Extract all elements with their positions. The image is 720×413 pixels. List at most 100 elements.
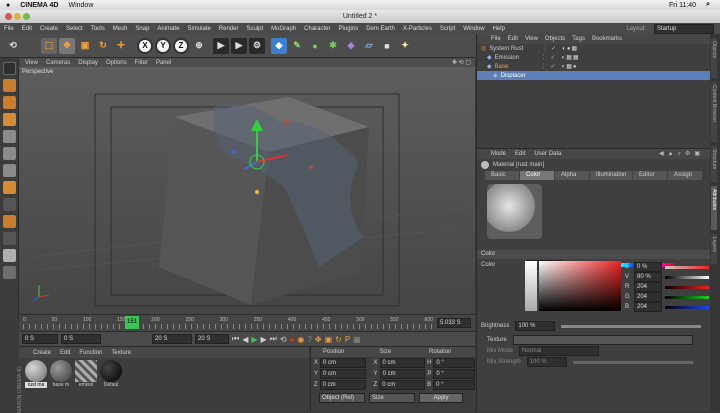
texture-mode-icon[interactable] [3, 96, 16, 109]
viewport-solo-icon[interactable] [3, 249, 16, 262]
select-tool-icon[interactable]: ⬚ [41, 37, 57, 54]
autokey-icon[interactable]: ◉ [297, 335, 304, 344]
rotate-tool-icon[interactable]: ↻ [95, 38, 111, 54]
attr-menu-user-data[interactable]: User Data [534, 151, 561, 157]
render-settings-icon[interactable]: ⚙ [249, 37, 265, 54]
object-row[interactable]: ◎ System Rust ⁚ ✓ ◐●▦ [477, 44, 710, 53]
tab-color[interactable]: Color [520, 170, 554, 180]
app-menu[interactable]: CINEMA 4D [20, 2, 58, 9]
menu-render[interactable]: Render [219, 26, 239, 32]
coordinate-system-icon[interactable]: ⊕ [191, 38, 207, 54]
material-swatch[interactable]: base m [50, 360, 72, 388]
enabled-check-icon[interactable]: ✓ [551, 54, 556, 61]
viewport-menu-view[interactable]: View [25, 60, 38, 66]
position-x-field[interactable]: 0 cm [320, 357, 366, 368]
undo-icon[interactable]: ⟲ [5, 38, 21, 54]
goto-end-icon[interactable]: ⏭ [270, 334, 277, 344]
viewport[interactable]: Perspective [19, 67, 475, 314]
y-axis-lock-icon[interactable]: Y [155, 37, 171, 54]
object-menu-view[interactable]: View [525, 36, 538, 42]
loop-icon[interactable]: ⟲ [280, 335, 287, 344]
material-swatch[interactable]: Defaul [100, 360, 122, 388]
size-y-field[interactable]: 0 cm [379, 368, 426, 379]
object-row[interactable]: ◆ Base ⁚ ✓ ◐▦● [477, 62, 710, 71]
channel-slider[interactable] [665, 275, 709, 279]
keyframe-icon[interactable]: ? [307, 335, 311, 344]
tags-icons[interactable]: ◐▦● [562, 63, 578, 70]
channel-slider[interactable] [665, 285, 709, 289]
zoom-icon[interactable] [23, 13, 30, 20]
channel-field[interactable]: 204 [634, 302, 662, 312]
start-time-field[interactable]: 0 S [22, 334, 58, 344]
enabled-check-icon[interactable]: ✓ [551, 63, 556, 70]
end-time-field[interactable]: 20 S [195, 334, 229, 344]
menu-create[interactable]: Create [40, 26, 58, 32]
light-icon[interactable]: ✦ [397, 38, 413, 54]
tweak-mode-icon[interactable] [3, 198, 16, 211]
scale-tool-icon[interactable]: ▣ [77, 38, 93, 54]
menu-sculpt[interactable]: Sculpt [246, 26, 263, 32]
brightness-field[interactable]: 100 % [515, 321, 556, 331]
record-icon[interactable]: ● [290, 335, 295, 344]
play-icon[interactable]: ▶ [251, 335, 257, 344]
object-menu-edit[interactable]: Edit [508, 36, 518, 42]
tags-icons[interactable]: ◐●▦ [562, 45, 578, 52]
channel-slider[interactable] [665, 295, 709, 299]
material-preview-large[interactable] [487, 184, 542, 239]
x-axis-lock-icon[interactable]: X [137, 37, 153, 54]
channel-field[interactable]: 204 [634, 292, 662, 302]
lock-workplane-icon[interactable] [3, 266, 16, 279]
preview-end-field[interactable]: 20 S [152, 334, 192, 344]
rotation-p-field[interactable]: 0 ° [433, 368, 476, 379]
attr-menu-mode[interactable]: Mode [491, 151, 506, 157]
menu-help[interactable]: Help [493, 26, 505, 32]
channel-slider[interactable] [665, 265, 709, 269]
object-menu-tags[interactable]: Tags [572, 36, 585, 42]
viewport-menu-display[interactable]: Display [78, 60, 98, 66]
channel-slider[interactable] [665, 305, 709, 309]
tab-objects[interactable]: Objects [711, 38, 717, 78]
polygons-mode-icon[interactable] [3, 164, 16, 177]
viewport-menu-cameras[interactable]: Cameras [46, 60, 70, 66]
next-key-icon[interactable]: ▶ [261, 335, 267, 344]
deformer-icon[interactable]: ◈ [343, 38, 359, 54]
array-icon[interactable]: ✱ [325, 38, 341, 54]
tab-alpha[interactable]: Alpha [555, 170, 589, 180]
menu-character[interactable]: Character [304, 26, 330, 32]
brightness-slider[interactable] [561, 324, 702, 328]
visibility-dots-icon[interactable]: ⁚ [543, 63, 545, 70]
spline-pen-icon[interactable]: ✎ [289, 38, 305, 54]
size-z-field[interactable]: 0 cm [379, 379, 426, 390]
preview-start-field[interactable]: 0 S [61, 334, 101, 344]
current-time-field[interactable]: 5.033 S [437, 318, 471, 328]
material-menu-function[interactable]: Function [79, 350, 102, 356]
menu-select[interactable]: Select [66, 26, 83, 32]
channel-field[interactable]: 204 [634, 282, 662, 292]
rotation-b-field[interactable]: 0 ° [433, 379, 475, 390]
keyframe-param-icon[interactable]: P [345, 335, 350, 344]
tab-content-browser[interactable]: Content Browser [711, 82, 717, 142]
size-x-field[interactable]: 0 cm [379, 357, 426, 368]
tab-illumination[interactable]: Illumination [590, 170, 632, 180]
keyframe-scale-icon[interactable]: ▣ [325, 335, 333, 344]
cube-icon[interactable]: ◆ [271, 37, 287, 54]
make-editable-icon[interactable] [3, 62, 16, 75]
layout-select[interactable]: Startup [654, 23, 714, 34]
material-menu-create[interactable]: Create [33, 350, 51, 356]
menu-edit[interactable]: Edit [22, 26, 32, 32]
nurbs-icon[interactable]: ● [307, 38, 323, 54]
tab-layers[interactable]: Layers [711, 234, 717, 264]
viewport-menu-panel[interactable]: Panel [156, 60, 171, 66]
material-swatch[interactable]: rust ma [25, 360, 47, 388]
object-menu-file[interactable]: File [491, 36, 501, 42]
coord-mode-select[interactable]: Object (Rel) [319, 393, 365, 403]
menu-simulate[interactable]: Simulate [187, 26, 210, 32]
material-swatch[interactable]: emissi [75, 360, 97, 388]
keyframe-pla-icon[interactable]: ▦ [353, 335, 361, 344]
menu-mograph[interactable]: MoGraph [271, 26, 296, 32]
camera-icon[interactable]: ■ [379, 38, 395, 54]
viewport-menu-filter[interactable]: Filter [135, 60, 148, 66]
prev-key-icon[interactable]: ◀ [242, 335, 248, 344]
object-menu-bookmarks[interactable]: Bookmarks [592, 36, 622, 42]
axis-mode-icon[interactable] [3, 181, 16, 194]
